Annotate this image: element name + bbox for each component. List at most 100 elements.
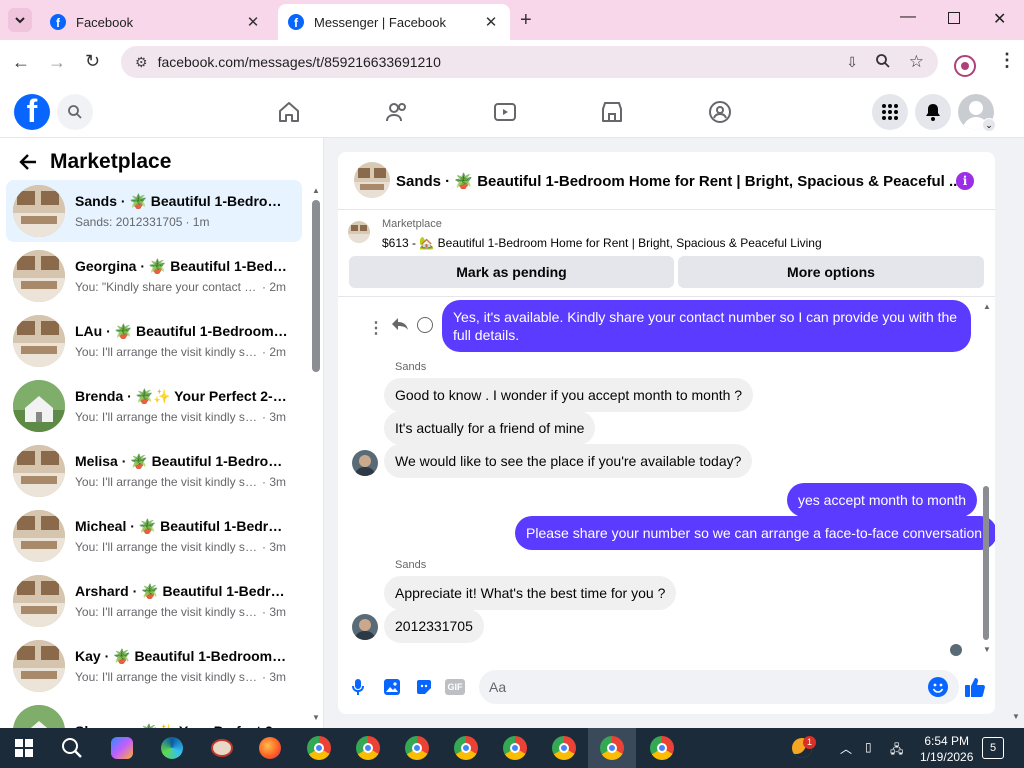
message-incoming[interactable]: 2012331705 xyxy=(384,609,484,643)
voice-clip-button[interactable] xyxy=(351,678,365,696)
chrome-app[interactable] xyxy=(646,732,678,764)
close-window-button[interactable]: ✕ xyxy=(993,9,1006,29)
new-tab-button[interactable]: + xyxy=(520,9,532,32)
message-input[interactable]: Aa xyxy=(479,670,959,704)
start-button[interactable] xyxy=(8,732,40,764)
message-outgoing[interactable]: Please share your number so we can arran… xyxy=(515,516,995,550)
message-outgoing[interactable]: Yes, it's available. Kindly share your c… xyxy=(442,300,971,352)
groups-nav[interactable] xyxy=(708,100,732,124)
install-app-icon[interactable]: ⇩ xyxy=(846,54,858,71)
menu-button[interactable] xyxy=(872,94,908,130)
scroll-down-arrow[interactable]: ▼ xyxy=(983,645,991,654)
profile-button[interactable] xyxy=(954,55,976,77)
conversation-item[interactable]: Brenda · 🪴✨ Your Perfect 2-Be... You: I'l… xyxy=(6,375,302,437)
conversation-item[interactable]: Shawna · 🪴✨ Your Perfect 2-B... xyxy=(6,700,302,728)
clock[interactable]: 6:54 PM 1/19/2026 xyxy=(920,733,973,765)
site-info-icon[interactable]: ⚙ xyxy=(135,54,148,71)
browser-menu-button[interactable]: ⋮ xyxy=(998,50,1016,71)
like-button[interactable] xyxy=(964,676,986,698)
conversation-preview-row: You: "Kindly share your contact nu... · 2… xyxy=(75,280,290,294)
message-incoming[interactable]: It's actually for a friend of mine xyxy=(384,411,596,445)
notification-center-button[interactable]: 5 xyxy=(982,737,1004,759)
conversation-preview-row: Sands: 2012331705 · 1m xyxy=(75,215,290,229)
conversation-avatar[interactable] xyxy=(354,162,390,198)
minimize-button[interactable]: — xyxy=(900,8,916,26)
conversation-item[interactable]: Georgina · 🪴 Beautiful 1-Bedro... You: "K… xyxy=(6,245,302,307)
reload-button[interactable]: ↻ xyxy=(85,51,100,72)
chrome-app[interactable] xyxy=(352,732,384,764)
sender-avatar[interactable] xyxy=(352,450,378,476)
conversation-item[interactable]: Micheal · 🪴 Beautiful 1-Bedroo... You: I'… xyxy=(6,505,302,567)
windows-logo-icon xyxy=(15,739,33,757)
scroll-up-arrow[interactable]: ▲ xyxy=(312,186,320,195)
conversation-item[interactable]: Arshard · 🪴 Beautiful 1-Bedroo... You: I'… xyxy=(6,570,302,632)
page-scroll-down-arrow[interactable]: ▼ xyxy=(1012,712,1020,721)
sticker-button[interactable] xyxy=(415,678,433,696)
conversation-list-panel: Marketplace Sands · 🪴 Beautiful 1-Bedroo… xyxy=(0,138,324,728)
device-icon[interactable]: ▯ xyxy=(865,740,872,754)
scroll-up-arrow[interactable]: ▲ xyxy=(983,302,991,311)
chrome-app[interactable] xyxy=(450,732,482,764)
conversation-item[interactable]: Kay · 🪴 Beautiful 1-Bedroom H... You: I'l… xyxy=(6,635,302,697)
facebook-logo[interactable]: f xyxy=(14,94,50,130)
bookmark-star-icon[interactable]: ☆ xyxy=(909,52,924,72)
copilot-app[interactable] xyxy=(106,732,138,764)
close-tab-icon[interactable]: ✕ xyxy=(482,13,500,31)
tab-search-button[interactable] xyxy=(8,8,32,32)
reply-icon[interactable] xyxy=(391,316,409,332)
search-icon xyxy=(68,105,82,119)
marketplace-nav[interactable] xyxy=(600,100,624,124)
notifications-button[interactable] xyxy=(915,94,951,130)
listing-thumbnail[interactable] xyxy=(348,221,370,243)
address-bar[interactable]: ⚙ facebook.com/messages/t/85921663369121… xyxy=(121,46,938,78)
zoom-icon[interactable] xyxy=(875,53,891,69)
conversation-title: Micheal · 🪴 Beautiful 1-Bedroo... xyxy=(75,518,290,534)
message-incoming[interactable]: Good to know . I wonder if you accept mo… xyxy=(384,378,754,412)
forward-button[interactable]: → xyxy=(48,52,66,73)
tab-messenger[interactable]: f Messenger | Facebook ✕ xyxy=(278,4,510,40)
edge-app[interactable] xyxy=(156,732,188,764)
network-icon[interactable]: 🖧 xyxy=(890,740,903,761)
chrome-app[interactable] xyxy=(303,732,335,764)
message-outgoing[interactable]: yes accept month to month xyxy=(787,483,978,517)
listing-price-title[interactable]: $613 - 🏡 Beautiful 1-Bedroom Home for Re… xyxy=(382,236,822,250)
chrome-app[interactable] xyxy=(548,732,580,764)
tab-facebook[interactable]: f Facebook ✕ xyxy=(40,4,272,40)
message-incoming[interactable]: Appreciate it! What's the best time for … xyxy=(384,576,677,610)
scroll-down-arrow[interactable]: ▼ xyxy=(312,713,320,722)
mark-as-pending-button[interactable]: Mark as pending xyxy=(349,256,674,288)
account-chevron-icon[interactable]: ⌄ xyxy=(982,118,996,132)
conversation-preview-row: You: I'll arrange the visit kindly sen..… xyxy=(75,475,290,489)
gif-icon[interactable]: GIF xyxy=(445,679,465,695)
maximize-button[interactable] xyxy=(948,12,960,24)
firefox-app[interactable] xyxy=(254,732,286,764)
video-nav[interactable] xyxy=(493,100,517,124)
chrome-app[interactable] xyxy=(499,732,531,764)
emoji-icon[interactable] xyxy=(928,677,948,697)
back-button[interactable]: ← xyxy=(12,52,30,73)
info-icon[interactable]: i xyxy=(956,172,974,190)
chrome-icon xyxy=(356,736,380,760)
chrome-app-active[interactable] xyxy=(596,732,628,764)
taskbar-search-button[interactable] xyxy=(56,732,88,764)
attach-photo-button[interactable] xyxy=(383,678,401,696)
chrome-app[interactable] xyxy=(401,732,433,764)
sender-avatar[interactable] xyxy=(352,614,378,640)
more-options-button[interactable]: More options xyxy=(678,256,984,288)
back-arrow-icon[interactable] xyxy=(18,152,38,172)
home-nav[interactable] xyxy=(277,100,301,124)
friends-nav[interactable] xyxy=(385,100,409,124)
close-tab-icon[interactable]: ✕ xyxy=(244,13,262,31)
conversation-list-scrollbar[interactable] xyxy=(312,200,320,372)
conversation-item[interactable]: LAu · 🪴 Beautiful 1-Bedroom H... You: I'l… xyxy=(6,310,302,372)
messages-scrollbar[interactable] xyxy=(983,486,989,640)
search-button[interactable] xyxy=(57,94,93,130)
message-incoming[interactable]: We would like to see the place if you're… xyxy=(384,444,753,478)
chat-window: Sands · 🪴 Beautiful 1-Bedroom Home for R… xyxy=(338,152,995,714)
paint-app[interactable] xyxy=(206,732,238,764)
hidden-icons-chevron-icon[interactable]: ︿ xyxy=(840,740,852,757)
more-actions-icon[interactable]: ⋮ xyxy=(368,318,384,338)
conversation-item[interactable]: Melisa · 🪴 Beautiful 1-Bedroom... You: I'… xyxy=(6,440,302,502)
react-emoji-icon[interactable] xyxy=(417,317,433,333)
conversation-item[interactable]: Sands · 🪴 Beautiful 1-Bedroom ... Sands: … xyxy=(6,180,302,242)
